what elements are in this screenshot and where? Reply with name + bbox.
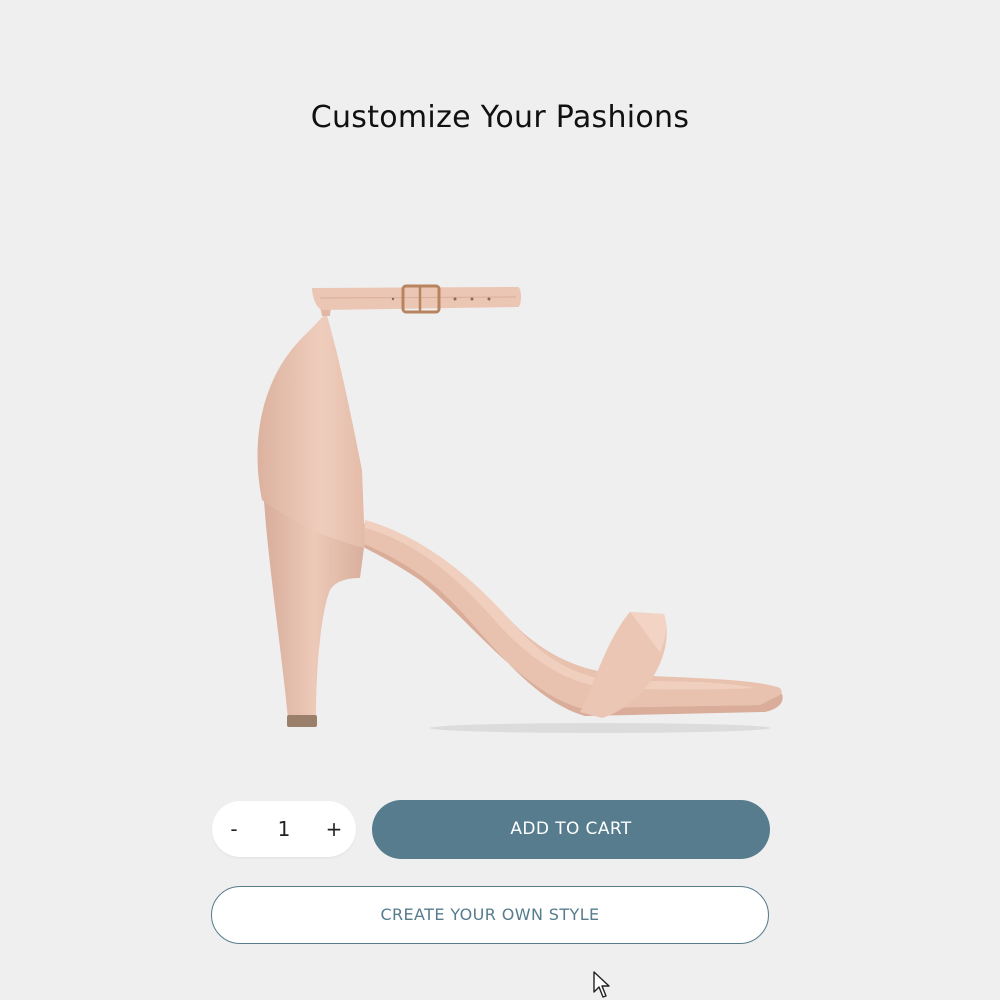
add-to-cart-button[interactable]: ADD TO CART bbox=[372, 800, 770, 859]
decrement-button[interactable]: - bbox=[214, 801, 254, 857]
create-own-style-button[interactable]: CREATE YOUR OWN STYLE bbox=[211, 886, 769, 944]
product-image bbox=[240, 270, 800, 750]
product-customizer-page: Customize Your Pashions - 1 + ADD TO CAR… bbox=[0, 0, 1000, 1000]
increment-button[interactable]: + bbox=[314, 801, 354, 857]
page-title: Customize Your Pashions bbox=[310, 100, 690, 135]
quantity-value[interactable]: 1 bbox=[254, 801, 314, 857]
mouse-pointer-icon bbox=[592, 970, 614, 1000]
quantity-stepper: - 1 + bbox=[212, 801, 356, 857]
sandal-icon bbox=[257, 284, 783, 733]
